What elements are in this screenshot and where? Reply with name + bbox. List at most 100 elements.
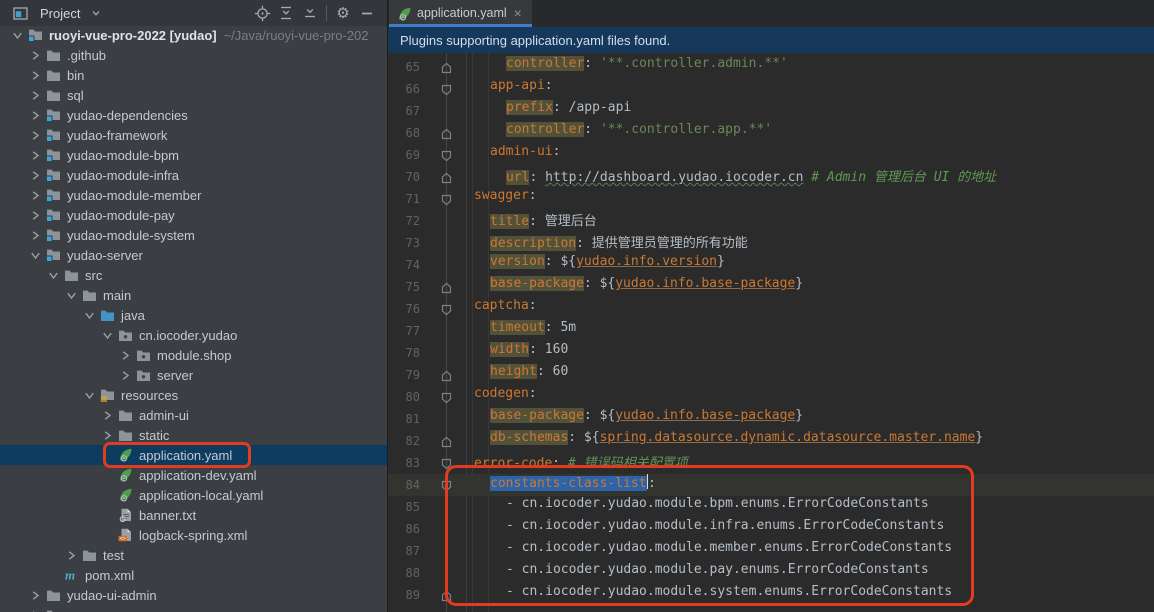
code-line-78[interactable]: 78width: 160: [388, 342, 1154, 364]
code-line-88[interactable]: 88- cn.iocoder.yudao.module.pay.enums.Er…: [388, 562, 1154, 584]
tree-chevron-collapsed-icon[interactable]: [116, 370, 134, 381]
code-line-85[interactable]: 85- cn.iocoder.yudao.module.bpm.enums.Er…: [388, 496, 1154, 518]
tree-item-application-yaml[interactable]: application.yaml: [0, 445, 387, 465]
hide-icon[interactable]: [355, 2, 379, 24]
tree-item-yudao-server[interactable]: yudao-server: [0, 245, 387, 265]
fold-marker-down-icon[interactable]: [441, 303, 452, 315]
code-line-65[interactable]: 65controller: '**.controller.admin.**': [388, 56, 1154, 78]
tree-chevron-collapsed-icon[interactable]: [26, 210, 44, 221]
tree-item-yudao-module-system[interactable]: yudao-module-system: [0, 225, 387, 245]
tree-chevron-collapsed-icon[interactable]: [116, 350, 134, 361]
tree-chevron-expanded-icon[interactable]: [44, 270, 62, 281]
fold-marker-down-icon[interactable]: [441, 83, 452, 95]
tree-item-yudao-module-bpm[interactable]: yudao-module-bpm: [0, 145, 387, 165]
tree-item-yudao-module-infra[interactable]: yudao-module-infra: [0, 165, 387, 185]
tree-item-application-local-yaml[interactable]: application-local.yaml: [0, 485, 387, 505]
tree-item-bin[interactable]: bin: [0, 65, 387, 85]
tree-item-cn-iocoder-yudao[interactable]: cn.iocoder.yudao: [0, 325, 387, 345]
tree-chevron-collapsed-icon[interactable]: [26, 90, 44, 101]
tree-item-main[interactable]: main: [0, 285, 387, 305]
tree-item-yudao-framework[interactable]: yudao-framework: [0, 125, 387, 145]
tab-close-icon[interactable]: ×: [514, 5, 522, 21]
code-line-82[interactable]: 82db-schemas: ${spring.datasource.dynami…: [388, 430, 1154, 452]
chevron-down-icon[interactable]: [84, 2, 108, 24]
tree-chevron-expanded-icon[interactable]: [98, 330, 116, 341]
fold-marker-up-icon[interactable]: [441, 171, 452, 183]
fold-marker-down-icon[interactable]: [441, 391, 452, 403]
code-line-66[interactable]: 66app-api:: [388, 78, 1154, 100]
code-line-70[interactable]: 70url: http://dashboard.yudao.iocoder.cn…: [388, 166, 1154, 188]
code-line-67[interactable]: 67prefix: /app-api: [388, 100, 1154, 122]
code-line-83[interactable]: 83error-code: # 错误码相关配置项: [388, 452, 1154, 474]
code-line-75[interactable]: 75base-package: ${yudao.info.base-packag…: [388, 276, 1154, 298]
fold-marker-up-icon[interactable]: [441, 589, 452, 601]
tree-item-application-dev-yaml[interactable]: application-dev.yaml: [0, 465, 387, 485]
code-line-74[interactable]: 74version: ${yudao.info.version}: [388, 254, 1154, 276]
locate-icon[interactable]: [250, 2, 274, 24]
expand-all-icon[interactable]: [274, 2, 298, 24]
tree-chevron-expanded-icon[interactable]: [80, 390, 98, 401]
tree-item-yudao-module-member[interactable]: yudao-module-member: [0, 185, 387, 205]
tree-chevron-collapsed-icon[interactable]: [26, 590, 44, 601]
code-editor[interactable]: 65controller: '**.controller.admin.**'66…: [388, 53, 1154, 612]
fold-marker-down-icon[interactable]: [441, 479, 452, 491]
tree-item-resources[interactable]: resources: [0, 385, 387, 405]
tree-item-logback-spring-xml[interactable]: <>logback-spring.xml: [0, 525, 387, 545]
code-line-81[interactable]: 81base-package: ${yudao.info.base-packag…: [388, 408, 1154, 430]
tree-item-static[interactable]: static: [0, 425, 387, 445]
tree-chevron-expanded-icon[interactable]: [8, 30, 26, 41]
tree-chevron-expanded-icon[interactable]: [62, 290, 80, 301]
fold-marker-up-icon[interactable]: [441, 369, 452, 381]
code-line-89[interactable]: 89- cn.iocoder.yudao.module.system.enums…: [388, 584, 1154, 606]
tree-chevron-collapsed-icon[interactable]: [26, 50, 44, 61]
tree-chevron-expanded-icon[interactable]: [80, 310, 98, 321]
tree-item-src[interactable]: src: [0, 265, 387, 285]
tree-item-test[interactable]: test: [0, 545, 387, 565]
tree-item-module-shop[interactable]: module.shop: [0, 345, 387, 365]
tree-chevron-collapsed-icon[interactable]: [98, 430, 116, 441]
code-line-68[interactable]: 68controller: '**.controller.app.**': [388, 122, 1154, 144]
collapse-all-icon[interactable]: [298, 2, 322, 24]
tree-chevron-collapsed-icon[interactable]: [26, 230, 44, 241]
fold-marker-up-icon[interactable]: [441, 281, 452, 293]
tree-item-admin-ui[interactable]: admin-ui: [0, 405, 387, 425]
fold-marker-down-icon[interactable]: [441, 193, 452, 205]
tree-item-yudao-dependencies[interactable]: yudao-dependencies: [0, 105, 387, 125]
code-line-73[interactable]: 73description: 提供管理员管理的所有功能: [388, 232, 1154, 254]
code-line-76[interactable]: 76captcha:: [388, 298, 1154, 320]
tree-chevron-collapsed-icon[interactable]: [26, 150, 44, 161]
tree-item-yudao-module-pay[interactable]: yudao-module-pay: [0, 205, 387, 225]
tree-chevron-collapsed-icon[interactable]: [26, 170, 44, 181]
tree-chevron-collapsed-icon[interactable]: [62, 550, 80, 561]
code-line-72[interactable]: 72title: 管理后台: [388, 210, 1154, 232]
tree-chevron-collapsed-icon[interactable]: [98, 410, 116, 421]
tab-application-yaml[interactable]: application.yaml ×: [389, 0, 532, 27]
code-line-80[interactable]: 80codegen:: [388, 386, 1154, 408]
fold-marker-up-icon[interactable]: [441, 127, 452, 139]
fold-marker-up-icon[interactable]: [441, 435, 452, 447]
tree-chevron-collapsed-icon[interactable]: [26, 190, 44, 201]
fold-marker-up-icon[interactable]: [441, 61, 452, 73]
tree-item-banner-txt[interactable]: banner.txt: [0, 505, 387, 525]
code-line-84[interactable]: 84constants-class-list:: [388, 474, 1154, 496]
tree-item-ruoyi-vue-pro-2022-yudao-[interactable]: ruoyi-vue-pro-2022 [yudao]~/Java/ruoyi-v…: [0, 25, 387, 45]
tree-item-pom-xml[interactable]: mpom.xml: [0, 565, 387, 585]
code-line-86[interactable]: 86- cn.iocoder.yudao.module.infra.enums.…: [388, 518, 1154, 540]
code-line-79[interactable]: 79height: 60: [388, 364, 1154, 386]
code-line-69[interactable]: 69admin-ui:: [388, 144, 1154, 166]
tree-chevron-collapsed-icon[interactable]: [26, 130, 44, 141]
tree-item-sql[interactable]: sql: [0, 85, 387, 105]
tree-item-yudao-ui-admin[interactable]: yudao-ui-admin: [0, 585, 387, 605]
tree-item-java[interactable]: java: [0, 305, 387, 325]
tree-chevron-collapsed-icon[interactable]: [26, 70, 44, 81]
tree-item-partial[interactable]: [0, 605, 387, 612]
tree-item--github[interactable]: .github: [0, 45, 387, 65]
fold-marker-down-icon[interactable]: [441, 149, 452, 161]
tree-item-server[interactable]: server: [0, 365, 387, 385]
settings-icon[interactable]: ⚙: [331, 2, 355, 24]
tree-chevron-expanded-icon[interactable]: [26, 250, 44, 261]
code-line-87[interactable]: 87- cn.iocoder.yudao.module.member.enums…: [388, 540, 1154, 562]
code-line-71[interactable]: 71swagger:: [388, 188, 1154, 210]
tree-chevron-collapsed-icon[interactable]: [26, 110, 44, 121]
code-line-77[interactable]: 77timeout: 5m: [388, 320, 1154, 342]
